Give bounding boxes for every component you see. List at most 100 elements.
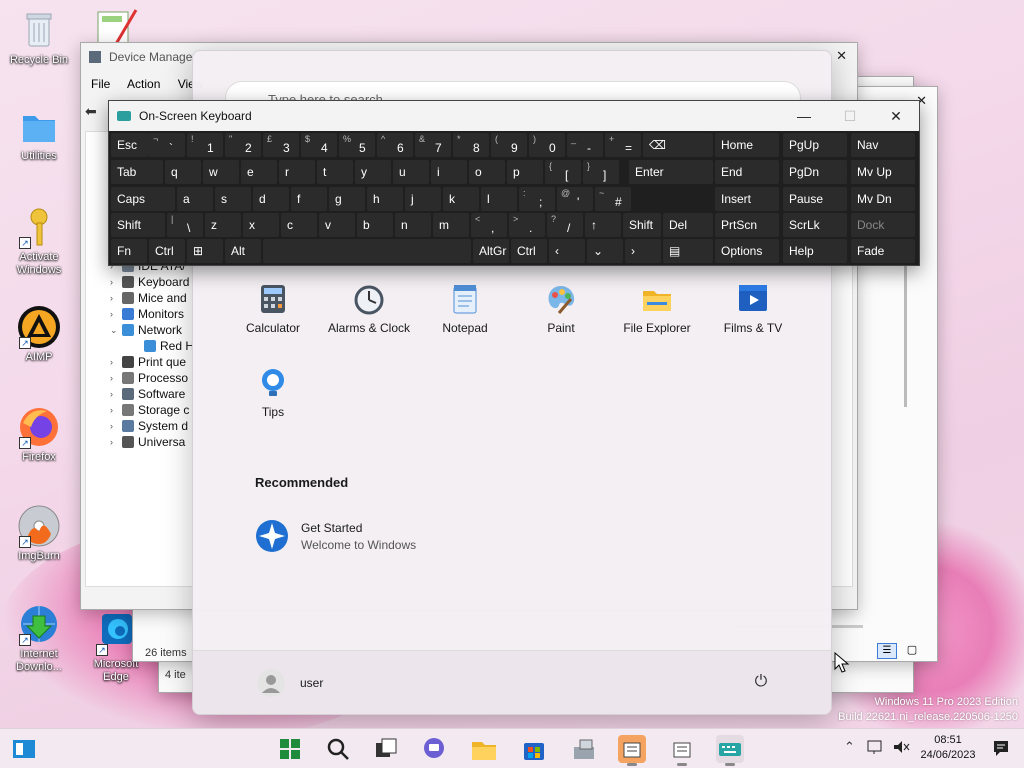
desktop-icon-firefox[interactable]: ↗ Firefox <box>7 405 71 464</box>
space-key[interactable] <box>263 239 471 263</box>
back-arrow-icon[interactable]: ⬅ <box>85 103 97 120</box>
key[interactable]: Tab <box>111 160 163 184</box>
key[interactable]: d <box>253 187 289 211</box>
key[interactable]: Del <box>663 213 713 237</box>
key[interactable]: v <box>319 213 355 237</box>
key[interactable]: Enter <box>629 160 713 184</box>
key[interactable]: q <box>165 160 201 184</box>
key[interactable]: >. <box>509 213 545 237</box>
nav-key[interactable]: Home <box>715 133 779 157</box>
key[interactable]: y <box>355 160 391 184</box>
key[interactable]: a <box>177 187 213 211</box>
notification-icon[interactable] <box>992 739 1010 757</box>
menu-file[interactable]: File <box>91 77 110 91</box>
key[interactable]: n <box>395 213 431 237</box>
device-tree-item[interactable]: › Processo <box>110 370 200 386</box>
search-icon[interactable] <box>324 735 352 763</box>
vertical-scrollbar[interactable] <box>904 257 907 407</box>
user-name[interactable]: user <box>300 676 323 690</box>
key[interactable]: p <box>507 160 543 184</box>
key[interactable]: k <box>443 187 479 211</box>
key[interactable]: r <box>279 160 315 184</box>
app-taskbar-icon[interactable] <box>668 735 696 766</box>
device-tree-item[interactable]: Red H <box>110 338 200 354</box>
app-notepad[interactable]: Notepad <box>417 283 513 335</box>
device-tree-item[interactable]: ⌄ Network <box>110 322 200 338</box>
key[interactable]: Alt <box>225 239 261 263</box>
clock[interactable]: 08:51 24/06/2023 <box>918 733 978 763</box>
nav-key[interactable]: Nav <box>851 133 915 157</box>
key[interactable]: Shift <box>111 213 165 237</box>
user-avatar[interactable] <box>257 669 285 697</box>
key[interactable]: <, <box>471 213 507 237</box>
volume-muted-icon[interactable] <box>892 738 910 756</box>
widgets-button[interactable] <box>10 735 38 763</box>
key[interactable]: (9 <box>491 133 527 157</box>
desktop-icon-aimp[interactable]: ↗ AIMP <box>7 305 71 364</box>
key[interactable]: o <box>469 160 505 184</box>
nav-key[interactable]: Fade <box>851 239 915 263</box>
chevron-right-icon[interactable]: › <box>110 421 122 431</box>
chevron-right-icon[interactable]: › <box>110 373 122 383</box>
start-button[interactable] <box>276 735 304 763</box>
key[interactable]: {[ <box>545 160 581 184</box>
task-view-icon[interactable] <box>372 735 400 763</box>
menu-action[interactable]: Action <box>127 77 160 91</box>
key[interactable]: t <box>317 160 353 184</box>
device-tree-item[interactable]: › Monitors <box>110 306 200 322</box>
device-manager-taskbar-icon[interactable] <box>570 735 598 763</box>
key[interactable]: ⌄ <box>587 239 623 263</box>
key[interactable]: Caps <box>111 187 175 211</box>
app-paint[interactable]: Paint <box>513 283 609 335</box>
chevron-right-icon[interactable]: › <box>110 389 122 399</box>
key[interactable]: ? / <box>547 213 583 237</box>
key[interactable]: ↑ <box>585 213 621 237</box>
chevron-right-icon[interactable]: › <box>110 293 122 303</box>
key[interactable]: * 8 <box>453 133 489 157</box>
key[interactable]: Esc <box>111 133 149 157</box>
key[interactable]: ^ 6 <box>377 133 413 157</box>
device-tree-item[interactable]: › Mice and <box>110 290 200 306</box>
maximize-icon[interactable]: ☐ <box>827 101 873 131</box>
desktop-icon-utilities[interactable]: Utilities <box>7 104 71 163</box>
key[interactable]: }] <box>583 160 619 184</box>
nav-key[interactable]: Insert <box>715 187 779 211</box>
key[interactable]: | \ <box>167 213 203 237</box>
app-file-explorer[interactable]: File Explorer <box>609 283 705 335</box>
power-icon[interactable]: ⏻ <box>751 673 771 693</box>
key[interactable]: $4 <box>301 133 337 157</box>
key[interactable]: h <box>367 187 403 211</box>
key[interactable]: Shift <box>623 213 661 237</box>
key[interactable]: j <box>405 187 441 211</box>
details-view-button[interactable]: ☰ <box>877 643 897 659</box>
nav-key[interactable]: Help <box>783 239 847 263</box>
nav-key[interactable]: End <box>715 160 779 184</box>
chevron-down-icon[interactable]: ⌄ <box>110 325 122 336</box>
key[interactable]: i <box>431 160 467 184</box>
osk-titlebar[interactable]: On-Screen Keyboard — ☐ ✕ <box>109 101 919 131</box>
store-icon[interactable] <box>520 735 548 763</box>
key[interactable]: w <box>203 160 239 184</box>
key[interactable]: Fn <box>111 239 147 263</box>
key[interactable]: @ ' <box>557 187 593 211</box>
key[interactable]: ! 1 <box>187 133 223 157</box>
device-tree-item[interactable]: › Universa <box>110 434 200 450</box>
key[interactable]: & 7 <box>415 133 451 157</box>
key[interactable]: l <box>481 187 517 211</box>
device-tree-item[interactable]: › Keyboard <box>110 274 200 290</box>
recommended-item-get-started[interactable]: Get Started Welcome to Windows <box>255 517 475 557</box>
key[interactable]: x <box>243 213 279 237</box>
file-explorer-taskbar-icon[interactable] <box>470 735 498 763</box>
key[interactable]: g <box>329 187 365 211</box>
close-icon[interactable]: ✕ <box>873 101 919 131</box>
key[interactable]: + = <box>605 133 641 157</box>
chevron-right-icon[interactable]: › <box>110 405 122 415</box>
app-tips[interactable]: Tips <box>225 367 321 419</box>
key[interactable]: ~ # <box>595 187 631 211</box>
nav-key[interactable]: Dock <box>851 213 915 237</box>
device-tree-item[interactable]: › System d <box>110 418 200 434</box>
network-icon[interactable] <box>866 738 884 756</box>
key[interactable]: % 5 <box>339 133 375 157</box>
device-tree-item[interactable]: › Print que <box>110 354 200 370</box>
nav-key[interactable]: Mv Up <box>851 160 915 184</box>
